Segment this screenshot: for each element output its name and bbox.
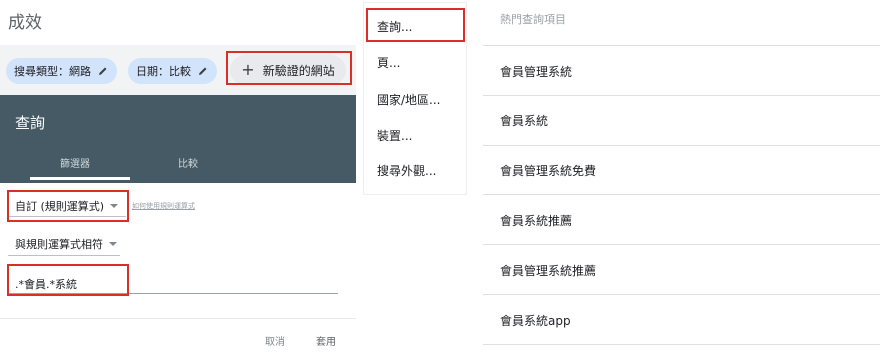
query-dialog-title: 查詢 bbox=[15, 114, 46, 132]
performance-panel: 成效 搜尋類型：網路 日期：比較 + 新驗證的網站 查詢 篩選器 比較 自訂 (… bbox=[0, 0, 356, 359]
row-divider bbox=[483, 95, 880, 96]
row-divider bbox=[483, 45, 880, 46]
dialog-footer-divider bbox=[0, 318, 356, 319]
row-divider bbox=[483, 294, 880, 295]
popular-queries-list: 熱門查詢項目 會員管理系統 會員系統 會員管理系統免費 會員系統推薦 會員管理系… bbox=[483, 0, 880, 345]
menu-item-country[interactable]: 國家/地區... bbox=[377, 91, 441, 108]
list-item[interactable]: 會員管理系統推薦 bbox=[500, 262, 596, 279]
active-tab-indicator bbox=[30, 177, 130, 180]
date-label: 日期：比較 bbox=[136, 65, 191, 78]
list-item[interactable]: 會員管理系統免費 bbox=[500, 162, 596, 179]
date-chip[interactable]: 日期：比較 bbox=[128, 58, 217, 84]
list-item[interactable]: 會員系統 bbox=[500, 112, 548, 129]
page-title: 成效 bbox=[8, 13, 42, 33]
row-divider bbox=[483, 344, 880, 345]
list-item[interactable]: 會員系統app bbox=[500, 312, 571, 329]
row-divider bbox=[483, 145, 880, 146]
highlight-box-regex bbox=[7, 264, 129, 296]
match-condition-select[interactable]: 與規則運算式相符 bbox=[15, 236, 117, 252]
pencil-icon bbox=[99, 67, 107, 75]
query-dialog-header: 查詢 篩選器 比較 bbox=[0, 95, 356, 183]
caret-down-icon bbox=[109, 242, 117, 246]
list-item[interactable]: 會員系統推薦 bbox=[500, 212, 572, 229]
cancel-button[interactable]: 取消 bbox=[265, 333, 285, 348]
search-type-chip[interactable]: 搜尋類型：網路 bbox=[6, 58, 117, 84]
tab-filter[interactable]: 篩選器 bbox=[60, 155, 90, 170]
search-type-label: 搜尋類型：網路 bbox=[14, 65, 91, 78]
list-item[interactable]: 會員管理系統 bbox=[500, 63, 572, 80]
highlight-box-query-item bbox=[366, 8, 465, 42]
match-condition-underline bbox=[8, 255, 120, 256]
apply-button[interactable]: 套用 bbox=[316, 333, 336, 348]
menu-item-page[interactable]: 頁... bbox=[377, 54, 400, 71]
menu-item-search-appearance[interactable]: 搜尋外觀... bbox=[377, 162, 436, 179]
row-divider bbox=[483, 194, 880, 195]
row-divider bbox=[483, 244, 880, 245]
highlight-box-match-type bbox=[7, 190, 129, 222]
highlight-box-add-filter bbox=[226, 51, 352, 85]
menu-item-device[interactable]: 裝置... bbox=[377, 127, 412, 144]
regex-help-link[interactable]: 如何使用規則運算式 bbox=[132, 201, 195, 211]
match-condition-value: 與規則運算式相符 bbox=[15, 238, 103, 251]
pencil-icon bbox=[199, 67, 207, 75]
tab-compare[interactable]: 比較 bbox=[178, 155, 198, 170]
list-header: 熱門查詢項目 bbox=[500, 13, 566, 26]
